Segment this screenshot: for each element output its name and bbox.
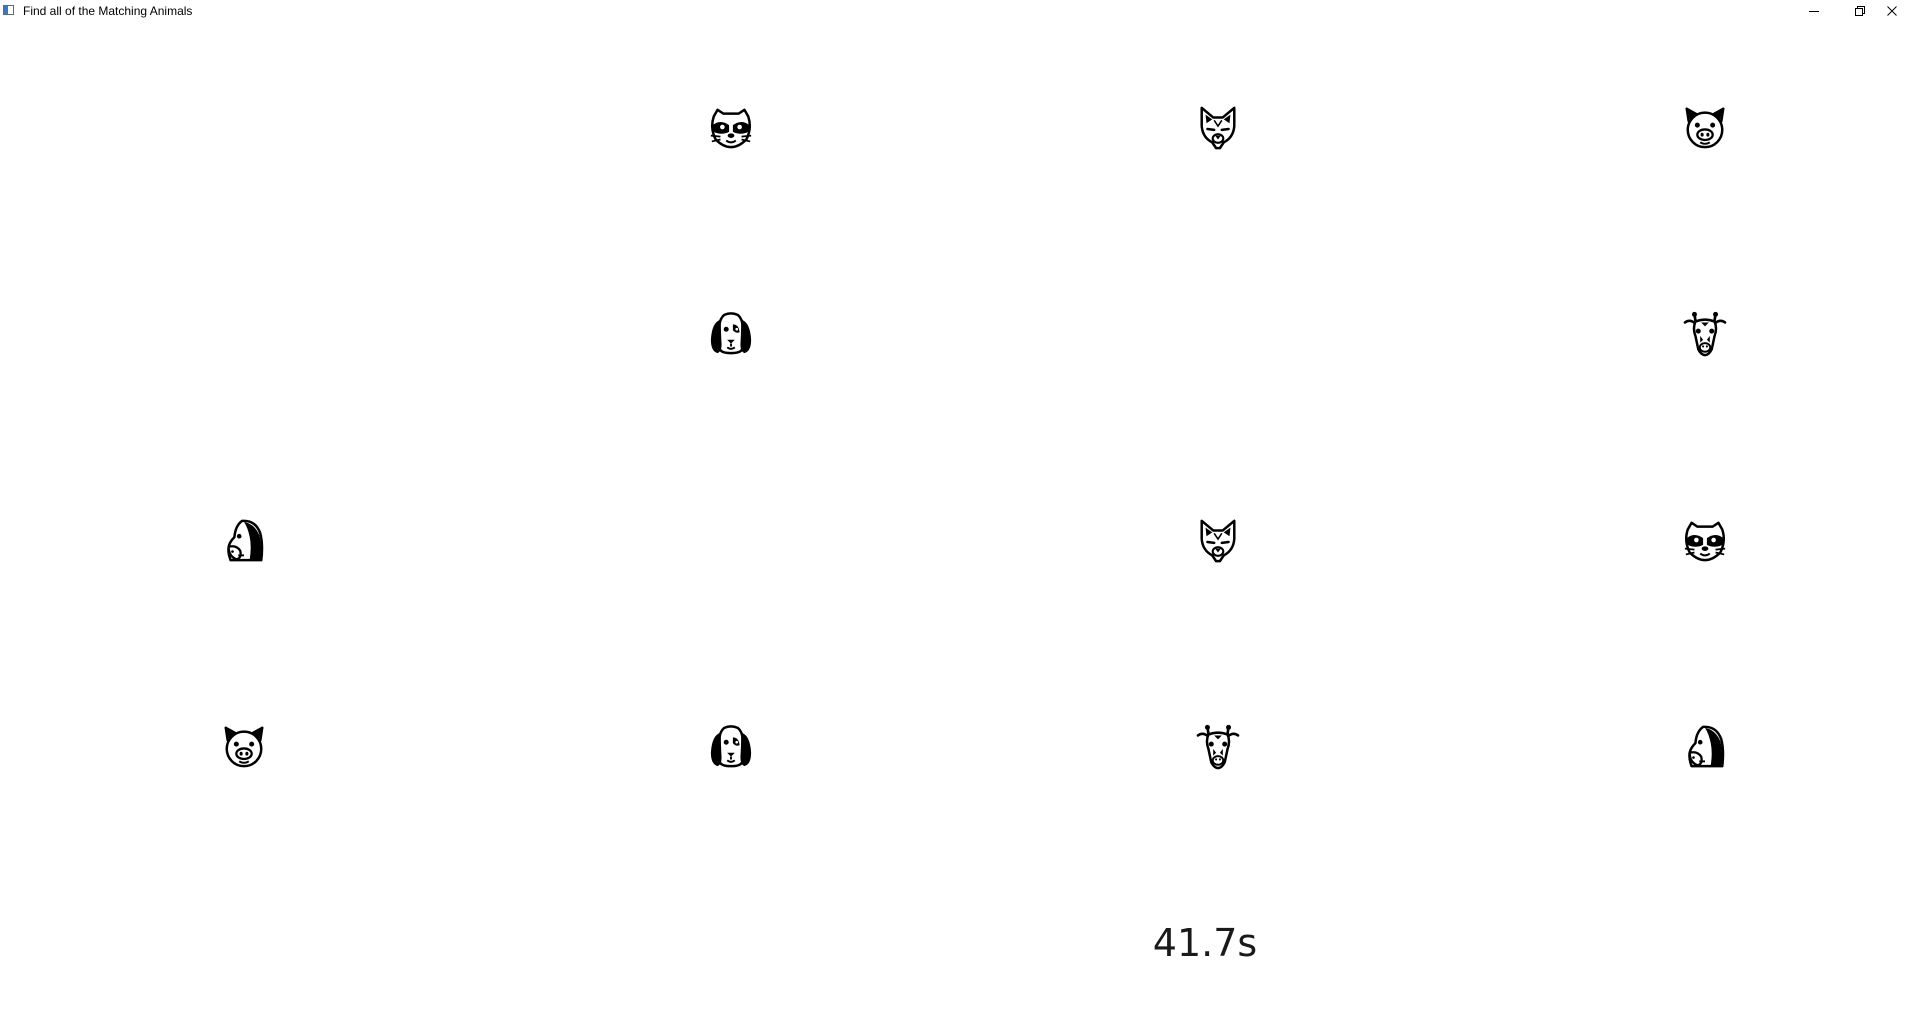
card-pig[interactable] [1677, 100, 1733, 156]
timer-display: 41.7s [1152, 921, 1258, 965]
card-pig[interactable] [216, 719, 272, 775]
window-title: Find all of the Matching Animals [23, 4, 193, 18]
giraffe-icon [1196, 724, 1240, 770]
card-horse[interactable] [1677, 719, 1733, 775]
restore-icon [1855, 6, 1865, 16]
giraffe-icon [1683, 311, 1727, 357]
card-matched-empty [1190, 306, 1246, 362]
minimize-button[interactable] [1791, 0, 1837, 22]
card-wolf[interactable] [1190, 100, 1246, 156]
card-horse[interactable] [216, 513, 272, 569]
app-window-icon [3, 5, 14, 15]
card-raccoon[interactable] [1677, 513, 1733, 569]
card-matched-empty [216, 306, 272, 362]
minimize-icon [1809, 11, 1819, 12]
title-bar[interactable]: Find all of the Matching Animals [0, 0, 1915, 22]
dog-icon [710, 725, 752, 768]
close-icon [1887, 6, 1897, 16]
horse-icon [227, 519, 264, 562]
game-window: Find all of the Matching Animals 41.7s [0, 0, 1915, 1031]
close-button[interactable] [1869, 0, 1915, 22]
wolf-icon [1200, 106, 1236, 150]
horse-icon [1688, 725, 1725, 768]
card-matched-empty [703, 513, 759, 569]
raccoon-icon [1684, 521, 1726, 562]
dog-icon [710, 312, 752, 355]
card-dog[interactable] [703, 719, 759, 775]
raccoon-icon [710, 108, 752, 149]
wolf-icon [1200, 519, 1236, 563]
pig-icon [1685, 107, 1725, 149]
card-matched-empty [216, 100, 272, 156]
card-giraffe[interactable] [1190, 719, 1246, 775]
card-giraffe[interactable] [1677, 306, 1733, 362]
pig-icon [224, 726, 264, 768]
card-wolf[interactable] [1190, 513, 1246, 569]
card-raccoon[interactable] [703, 100, 759, 156]
card-dog[interactable] [703, 306, 759, 362]
